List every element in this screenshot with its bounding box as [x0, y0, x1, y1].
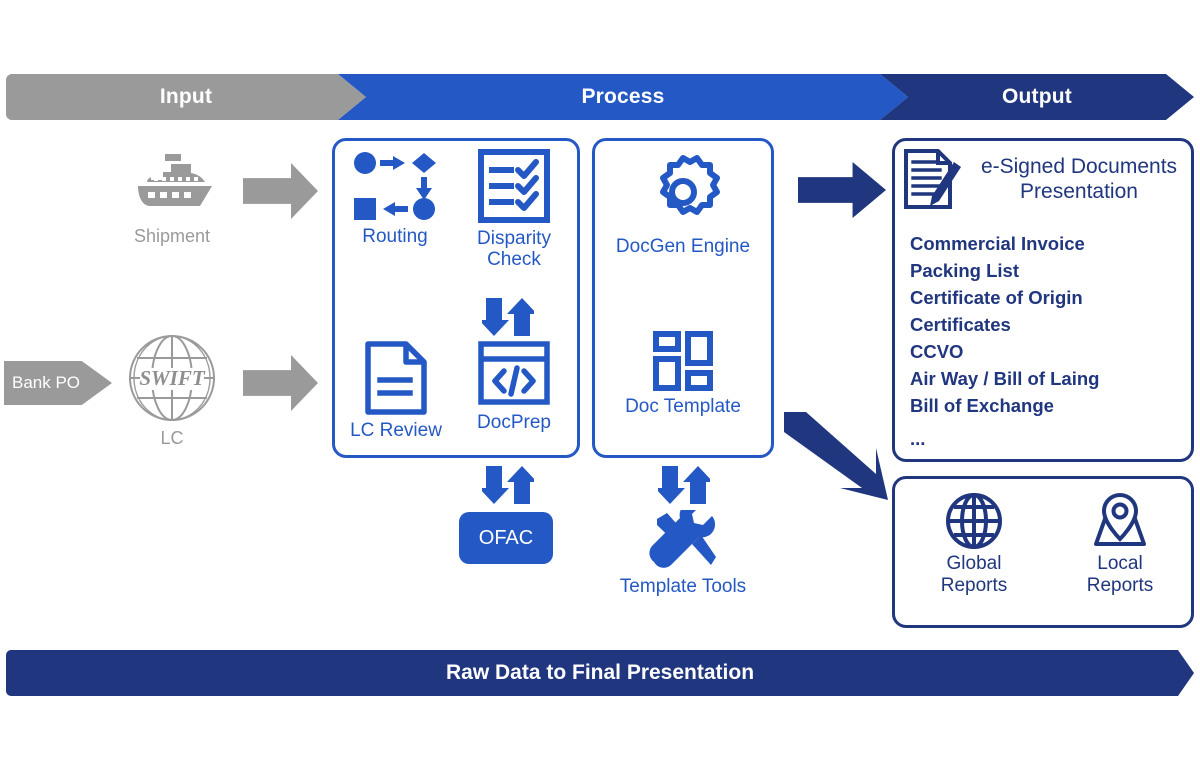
document-lines-icon [338, 340, 454, 416]
checklist-icon [455, 148, 573, 224]
gray-arrow-right-icon-2 [243, 355, 318, 411]
diagram-canvas: Input Process Output Shipment Bank PO SW… [0, 0, 1200, 768]
process-cell-template-tools-label: Template Tools [619, 576, 747, 597]
process-cell-doc-template-label: Doc Template [625, 396, 741, 417]
ofac-label: OFAC [478, 526, 534, 549]
output-report-global[interactable]: Global Reports [912, 492, 1036, 597]
swift-globe-icon: SWIFT [112, 332, 232, 424]
list-item: Bill of Exchange [910, 395, 1054, 416]
footer-banner-label: Raw Data to Final Presentation [445, 661, 755, 684]
process-cell-docprep-label: DocPrep [477, 412, 551, 433]
ofac-chip[interactable]: OFAC [459, 512, 553, 564]
process-cell-disparity-check[interactable]: Disparity Check [455, 148, 573, 271]
navy-arrow-right-icon [798, 162, 886, 218]
footer-banner: Raw Data to Final Presentation [6, 650, 1194, 696]
list-item: CCVO [910, 341, 964, 362]
output-documents-title: e-Signed Documents Presentation [980, 155, 1178, 204]
bank-po-tag: Bank PO [4, 361, 112, 405]
process-cell-doc-template[interactable]: Doc Template [600, 330, 766, 417]
wrench-screwdriver-icon [600, 510, 766, 572]
gray-arrow-right-icon [243, 163, 318, 219]
output-documents-list: Commercial Invoice Packing List Certific… [910, 230, 1190, 452]
ship-icon [112, 152, 232, 222]
process-cell-docprep[interactable]: DocPrep [456, 340, 572, 433]
input-shipment-label: Shipment [133, 226, 211, 246]
output-report-global-label: Global Reports [940, 553, 1008, 596]
svg-text:SWIFT: SWIFT [139, 366, 206, 390]
process-cell-disparity-check-label: Disparity Check [477, 228, 551, 271]
process-cell-docgen-engine-label: DocGen Engine [615, 236, 751, 257]
input-lc-label: LC [160, 428, 184, 448]
process-cell-docgen-engine[interactable]: DocGen Engine [600, 152, 766, 257]
output-documents-header: e-Signed Documents Presentation [902, 148, 1186, 215]
list-item: Certificates [910, 314, 1011, 335]
gear-icon [600, 152, 766, 232]
phase-banner-input: Input [6, 74, 366, 120]
phase-banner-output-label: Output [1001, 85, 1072, 108]
up-down-arrows-icon-tools [655, 464, 713, 511]
process-cell-routing-label: Routing [362, 226, 428, 247]
list-item-more: ... [910, 428, 926, 449]
blocks-grid-icon [600, 330, 766, 392]
input-lc: SWIFT LC [112, 332, 232, 449]
list-item: Air Way / Bill of Laing [910, 368, 1100, 389]
routing-flow-icon [340, 150, 450, 222]
process-cell-lc-review[interactable]: LC Review [338, 340, 454, 441]
input-shipment: Shipment [112, 152, 232, 247]
globe-icon [912, 492, 1036, 550]
process-cell-lc-review-label: LC Review [350, 420, 442, 441]
output-report-local-label: Local Reports [1086, 553, 1154, 596]
phase-banner-output: Output [880, 74, 1194, 120]
list-item: Commercial Invoice [910, 233, 1085, 254]
list-item: Certificate of Origin [910, 287, 1083, 308]
list-item: Packing List [910, 260, 1019, 281]
phase-banner-input-label: Input [159, 85, 213, 108]
phase-banner: Input Process Output [0, 74, 1200, 120]
process-cell-template-tools[interactable]: Template Tools [600, 510, 766, 597]
signed-document-pen-icon [902, 148, 962, 215]
up-down-arrows-icon-disparity [479, 296, 537, 343]
up-down-arrows-icon-ofac [479, 464, 537, 511]
process-cell-routing[interactable]: Routing [340, 150, 450, 247]
bank-po-label: Bank PO [12, 373, 81, 392]
output-report-local[interactable]: Local Reports [1058, 492, 1182, 597]
phase-banner-process-label: Process [581, 85, 665, 108]
phase-banner-process: Process [338, 74, 908, 120]
navy-arrow-down-right-icon [780, 412, 890, 507]
code-window-icon [456, 340, 572, 408]
map-pin-icon [1058, 492, 1182, 550]
